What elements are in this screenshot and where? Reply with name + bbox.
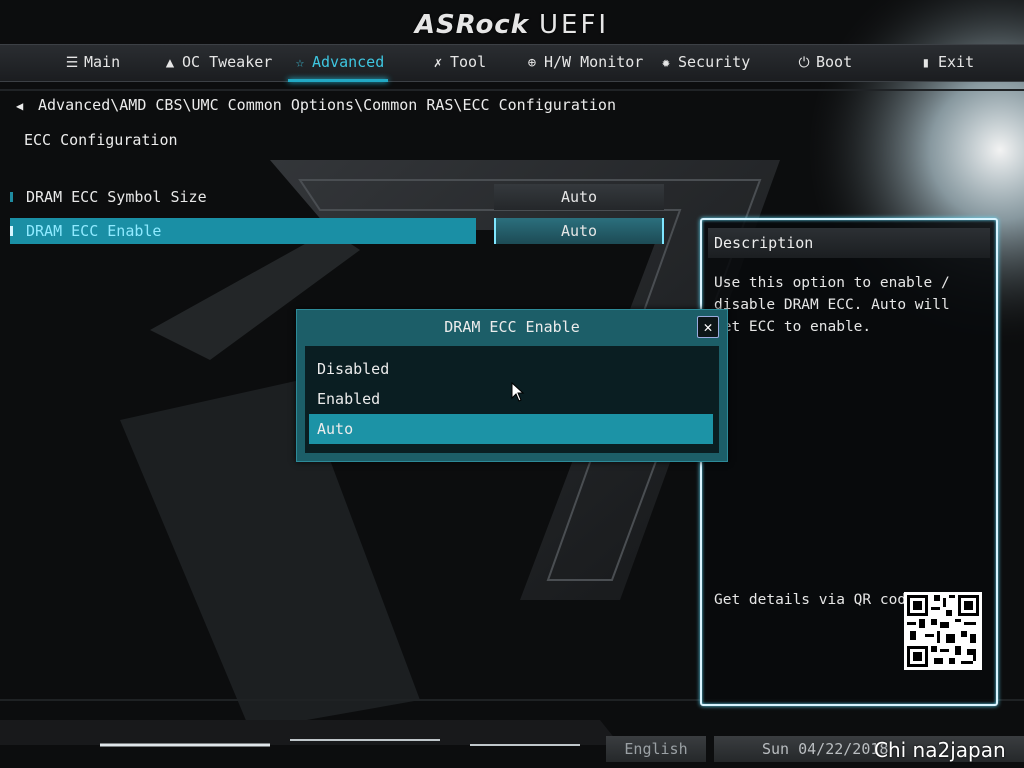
crosshair-icon: ⊕ [527, 55, 537, 71]
shield-icon: ✹ [661, 55, 671, 71]
row-marker [10, 226, 13, 236]
power-icon: ⏻ [798, 55, 810, 71]
language-selector[interactable]: English [606, 736, 706, 762]
popup-title: DRAM ECC Enable [444, 318, 580, 336]
option-disabled[interactable]: Disabled [309, 354, 713, 384]
list-icon: ☰ [65, 55, 79, 71]
tab-hw-monitor[interactable]: ⊕ H/W Monitor [524, 45, 644, 81]
option-auto[interactable]: Auto [309, 414, 713, 444]
product-logo-text: UEFI [539, 10, 610, 40]
qr-code [904, 592, 982, 670]
breadcrumb: ◀ Advanced\AMD CBS\UMC Common Options\Com… [16, 96, 616, 114]
breadcrumb-path: Advanced\AMD CBS\UMC Common Options\Comm… [38, 96, 616, 114]
close-icon[interactable]: ✕ [697, 316, 719, 338]
setting-row-dram-ecc-symbol-size[interactable]: DRAM ECC Symbol Size [10, 184, 480, 210]
rocket-icon: ▲ [165, 55, 175, 71]
tab-exit[interactable]: ▮ Exit [918, 45, 974, 81]
star-icon: ☆ [295, 55, 305, 71]
setting-value-dram-ecc-enable[interactable]: Auto [494, 218, 664, 244]
tab-security[interactable]: ✹ Security [658, 45, 750, 81]
back-arrow-icon[interactable]: ◀ [16, 99, 38, 113]
tab-advanced[interactable]: ☆ Advanced [287, 45, 389, 82]
setting-row-dram-ecc-enable[interactable]: DRAM ECC Enable [10, 218, 476, 244]
description-panel: Description Use this option to enable / … [700, 218, 998, 706]
mouse-pointer-icon [511, 381, 525, 406]
tools-icon: ✗ [433, 55, 443, 71]
qr-label: Get details via QR code [714, 592, 915, 608]
asrock-uefi-logo: ASRock UEFI [0, 10, 1024, 40]
exit-door-icon: ▮ [921, 55, 931, 71]
tab-main[interactable]: ☰ Main [64, 45, 120, 81]
brand-logo-text: ASRock [414, 10, 530, 40]
watermark: Chi na2japan [874, 738, 1006, 762]
setting-value-dram-ecc-symbol-size[interactable]: Auto [494, 184, 664, 210]
tab-boot[interactable]: ⏻ Boot [796, 45, 852, 81]
tab-oc-tweaker[interactable]: ▲ OC Tweaker [162, 45, 273, 81]
page-title: ECC Configuration [24, 131, 178, 149]
description-title: Description [708, 228, 990, 258]
row-marker [10, 192, 13, 202]
setting-label: DRAM ECC Enable [26, 222, 162, 240]
setting-label: DRAM ECC Symbol Size [26, 188, 207, 206]
top-navigation: ☰ Main ▲ OC Tweaker ☆ Advanced ✗ Tool ⊕ H/W M… [0, 44, 1024, 82]
tab-tool[interactable]: ✗ Tool [430, 45, 486, 81]
description-text: Use this option to enable / disable DRAM… [714, 275, 950, 335]
